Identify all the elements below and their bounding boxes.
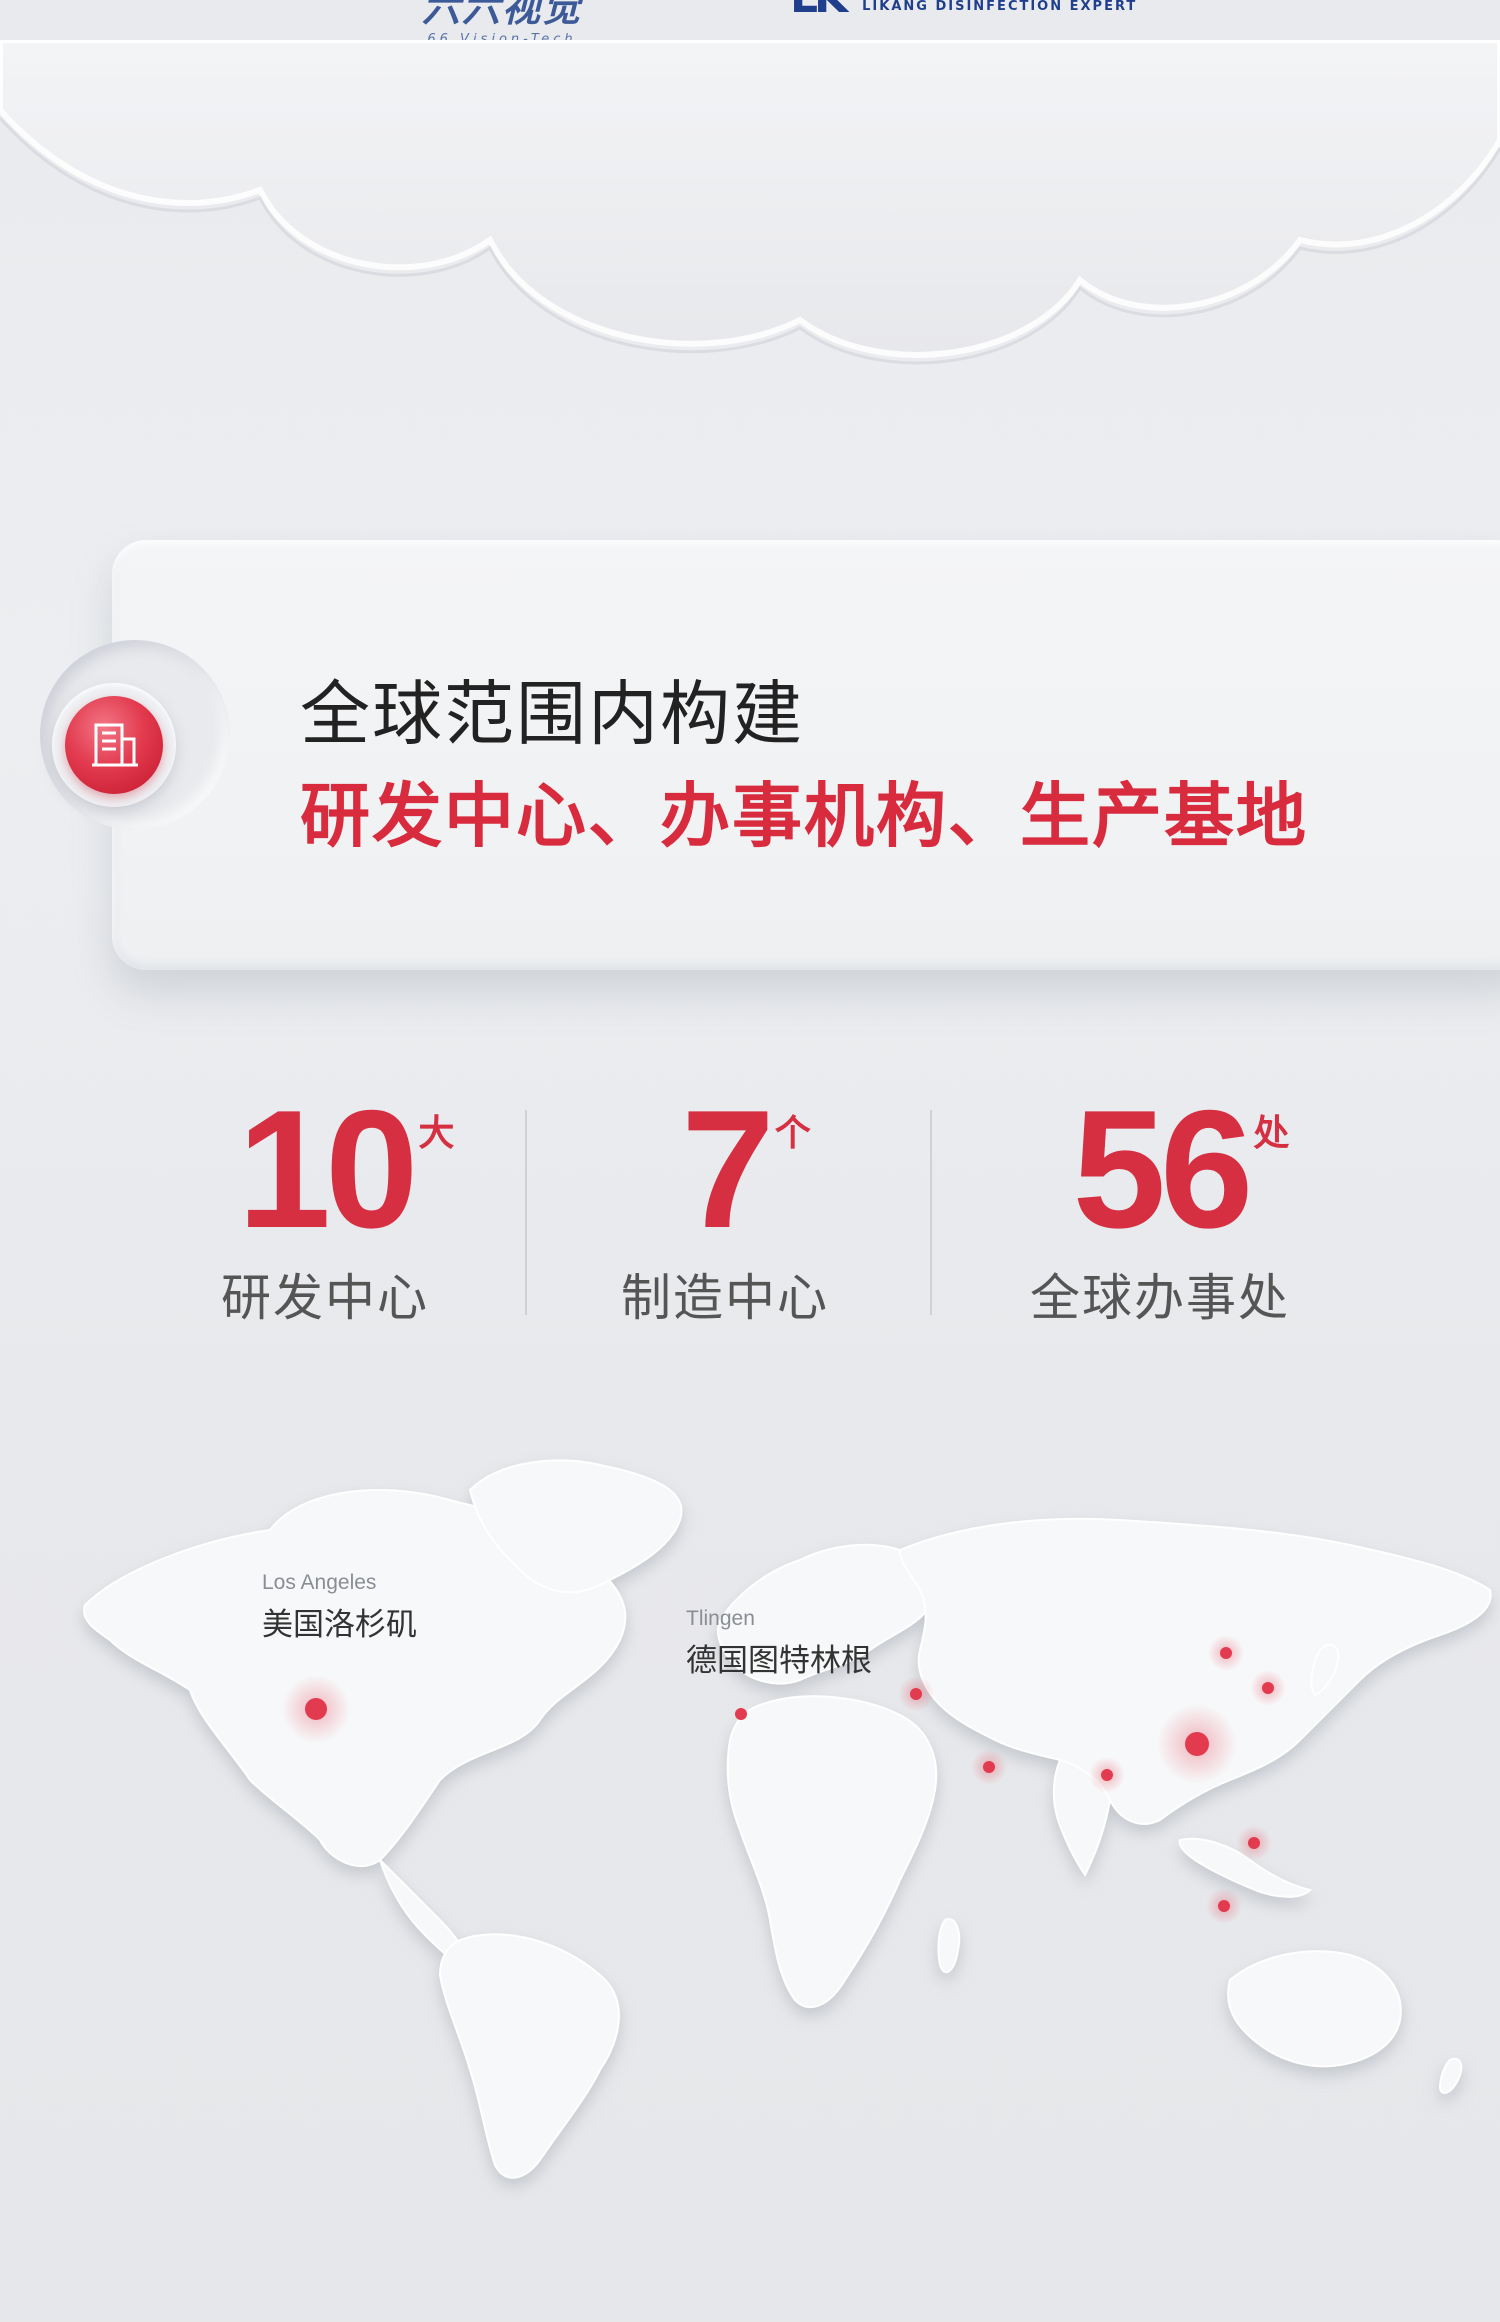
logo-likang-mark: LK — [790, 0, 848, 20]
stat-divider — [930, 1110, 932, 1315]
stat-rd-centers: 10 大 研发中心 — [210, 1085, 454, 1330]
stat-label: 全球办事处 — [1030, 1269, 1290, 1327]
stat-label: 研发中心 — [221, 1269, 429, 1327]
continent-madagascar — [937, 1918, 961, 1974]
building-icon — [92, 723, 138, 767]
pin-main-china — [1185, 1732, 1209, 1756]
map-label-en: Los Angeles — [262, 1571, 377, 1594]
cloud-relief-decoration — [0, 40, 1500, 365]
map-label-tuttlingen: Tlingen 德国图特林根 — [686, 1607, 872, 1680]
pin-germany — [735, 1708, 747, 1720]
continent-south-america — [438, 1933, 620, 2179]
stat-value: 56 — [1072, 1075, 1254, 1263]
stat-manufacturing-centers: 7 个 制造中心 — [610, 1085, 840, 1330]
map-label-cn: 德国图特林根 — [686, 1643, 872, 1679]
map-label-cn: 美国洛杉矶 — [262, 1607, 417, 1643]
logo-66-vision-cn: 六六视觉 — [421, 0, 582, 30]
feature-badge — [65, 696, 163, 794]
world-map — [83, 1459, 1492, 2179]
continent-africa — [726, 1695, 938, 2009]
stat-label: 制造中心 — [621, 1269, 829, 1327]
stat-divider — [525, 1110, 527, 1315]
stat-unit: 大 — [418, 1113, 455, 1154]
logo-likang: LK LIKANG DISINFECTION EXPERT — [790, 0, 1138, 20]
stat-global-offices: 56 处 全球办事处 — [1010, 1085, 1310, 1330]
stat-unit: 个 — [774, 1113, 811, 1154]
headline-facilities: 研发中心、办事机构、生产基地 — [300, 775, 1308, 857]
map-label-en: Tlingen — [686, 1607, 755, 1630]
stat-value: 7 — [681, 1075, 774, 1263]
map-label-los-angeles: Los Angeles 美国洛杉矶 — [262, 1571, 417, 1644]
stat-value: 10 — [237, 1075, 419, 1263]
headline-global: 全球范围内构建 — [300, 673, 804, 755]
logo-likang-tagline: LIKANG DISINFECTION EXPERT — [862, 0, 1138, 14]
continent-australia — [1227, 1950, 1402, 2068]
pin-los-angeles — [305, 1698, 327, 1720]
stat-unit: 处 — [1253, 1113, 1290, 1154]
continent-new-zealand — [1438, 2057, 1463, 2095]
